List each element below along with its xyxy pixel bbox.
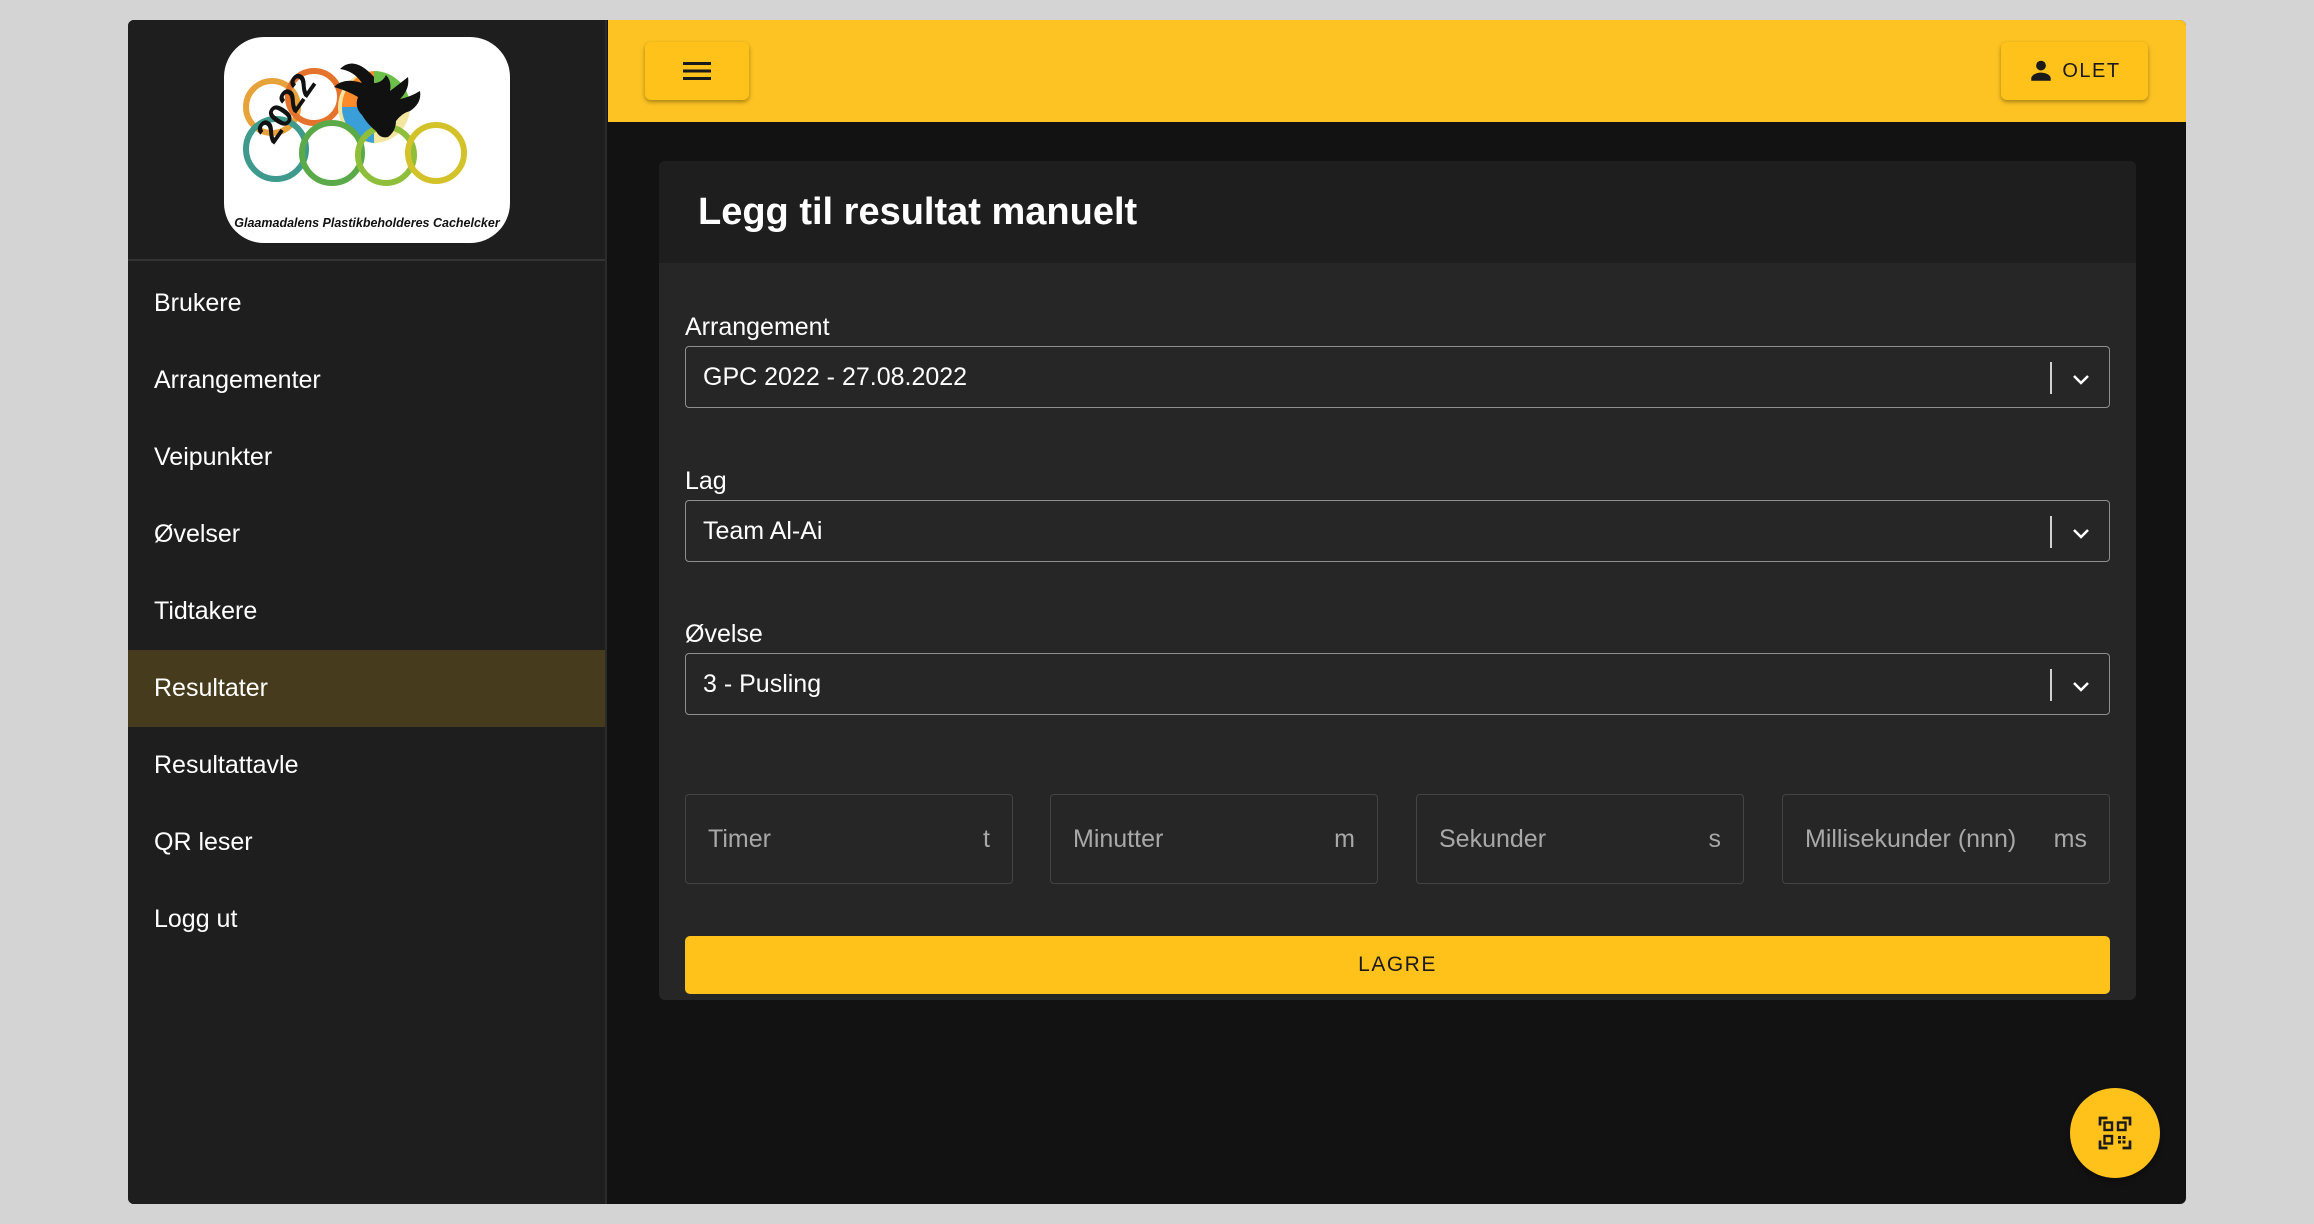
- sidebar-item-veipunkter[interactable]: Veipunkter: [128, 419, 605, 496]
- minutter-unit: m: [1334, 824, 1355, 853]
- sidebar-item-resultater[interactable]: Resultater: [128, 650, 605, 727]
- manual-result-card: Legg til resultat manuelt Arrangement GP…: [659, 161, 2136, 1000]
- hamburger-menu-icon: [683, 62, 711, 80]
- sidebar-item-ovelser[interactable]: Øvelser: [128, 496, 605, 573]
- sekunder-input[interactable]: Sekunder s: [1416, 794, 1744, 884]
- sidebar-item-label: Resultattavle: [154, 751, 299, 779]
- sekunder-placeholder: Sekunder: [1439, 824, 1547, 853]
- timer-input[interactable]: Timer t: [685, 794, 1013, 884]
- logo-year: 2022: [249, 66, 324, 150]
- user-name: OLET: [2062, 59, 2121, 82]
- sidebar-item-brukere[interactable]: Brukere: [128, 265, 605, 342]
- sidebar-item-label: Tidtakere: [154, 597, 258, 625]
- chevron-down-icon[interactable]: [2069, 674, 2093, 698]
- sidebar-item-label: Logg ut: [154, 905, 238, 933]
- ovelse-value: 3 - Pusling: [703, 669, 822, 698]
- ovelse-select[interactable]: 3 - Pusling: [685, 653, 2110, 715]
- sidebar-item-arrangementer[interactable]: Arrangementer: [128, 342, 605, 419]
- sidebar-item-label: Brukere: [154, 289, 242, 317]
- sidebar-item-tidtakere[interactable]: Tidtakere: [128, 573, 605, 650]
- select-separator: [2050, 669, 2052, 701]
- logo-area: 2022 Glaamadalens Plastikbeholderes Cach…: [128, 20, 605, 261]
- sidebar-item-label: QR leser: [154, 828, 253, 856]
- sidebar-item-label: Veipunkter: [154, 443, 273, 471]
- minutter-placeholder: Minutter: [1073, 824, 1164, 853]
- millisekunder-placeholder: Millisekunder (nnn): [1805, 824, 2017, 853]
- chevron-down-icon[interactable]: [2069, 367, 2093, 391]
- logo-graphic: 2022 Glaamadalens Plastikbeholderes Cach…: [234, 63, 501, 230]
- lag-value: Team Al-Ai: [703, 516, 823, 545]
- minutter-input[interactable]: Minutter m: [1050, 794, 1378, 884]
- arrangement-label: Arrangement: [685, 313, 830, 341]
- millisekunder-unit: ms: [2053, 824, 2087, 853]
- card-header: Legg til resultat manuelt: [659, 161, 2136, 263]
- logo-caption: Glaamadalens Plastikbeholderes Cachelcke…: [234, 216, 501, 230]
- qr-scan-icon: [2098, 1116, 2132, 1150]
- arrangement-value: GPC 2022 - 27.08.2022: [703, 362, 968, 391]
- page-title: Legg til resultat manuelt: [698, 190, 1138, 233]
- app-window: 2022 Glaamadalens Plastikbeholderes Cach…: [128, 20, 2186, 1204]
- millisekunder-input[interactable]: Millisekunder (nnn) ms: [1782, 794, 2110, 884]
- arrangement-select[interactable]: GPC 2022 - 27.08.2022: [685, 346, 2110, 408]
- menu-button[interactable]: [645, 42, 749, 100]
- top-bar: OLET: [608, 20, 2186, 122]
- sidebar: 2022 Glaamadalens Plastikbeholderes Cach…: [128, 20, 607, 1204]
- lag-select[interactable]: Team Al-Ai: [685, 500, 2110, 562]
- brand-logo[interactable]: 2022 Glaamadalens Plastikbeholderes Cach…: [223, 36, 510, 243]
- ovelse-label: Øvelse: [685, 620, 763, 648]
- save-button[interactable]: LAGRE: [685, 936, 2110, 994]
- sidebar-item-label: Arrangementer: [154, 366, 321, 394]
- sidebar-item-resultattavle[interactable]: Resultattavle: [128, 727, 605, 804]
- sidebar-item-logg-ut[interactable]: Logg ut: [128, 881, 605, 958]
- timer-unit: t: [983, 824, 990, 853]
- sidebar-item-label: Resultater: [154, 674, 268, 702]
- sekunder-unit: s: [1708, 824, 1722, 853]
- user-menu-button[interactable]: OLET: [2001, 42, 2148, 100]
- select-separator: [2050, 362, 2052, 394]
- person-icon: [2031, 60, 2052, 81]
- qr-scan-button[interactable]: [2070, 1088, 2160, 1178]
- sidebar-item-label: Øvelser: [154, 520, 241, 548]
- sidebar-nav: Brukere Arrangementer Veipunkter Øvelser…: [128, 261, 605, 958]
- timer-placeholder: Timer: [708, 824, 771, 853]
- chevron-down-icon[interactable]: [2069, 521, 2093, 545]
- select-separator: [2050, 516, 2052, 548]
- sidebar-item-qr-leser[interactable]: QR leser: [128, 804, 605, 881]
- lag-label: Lag: [685, 467, 727, 495]
